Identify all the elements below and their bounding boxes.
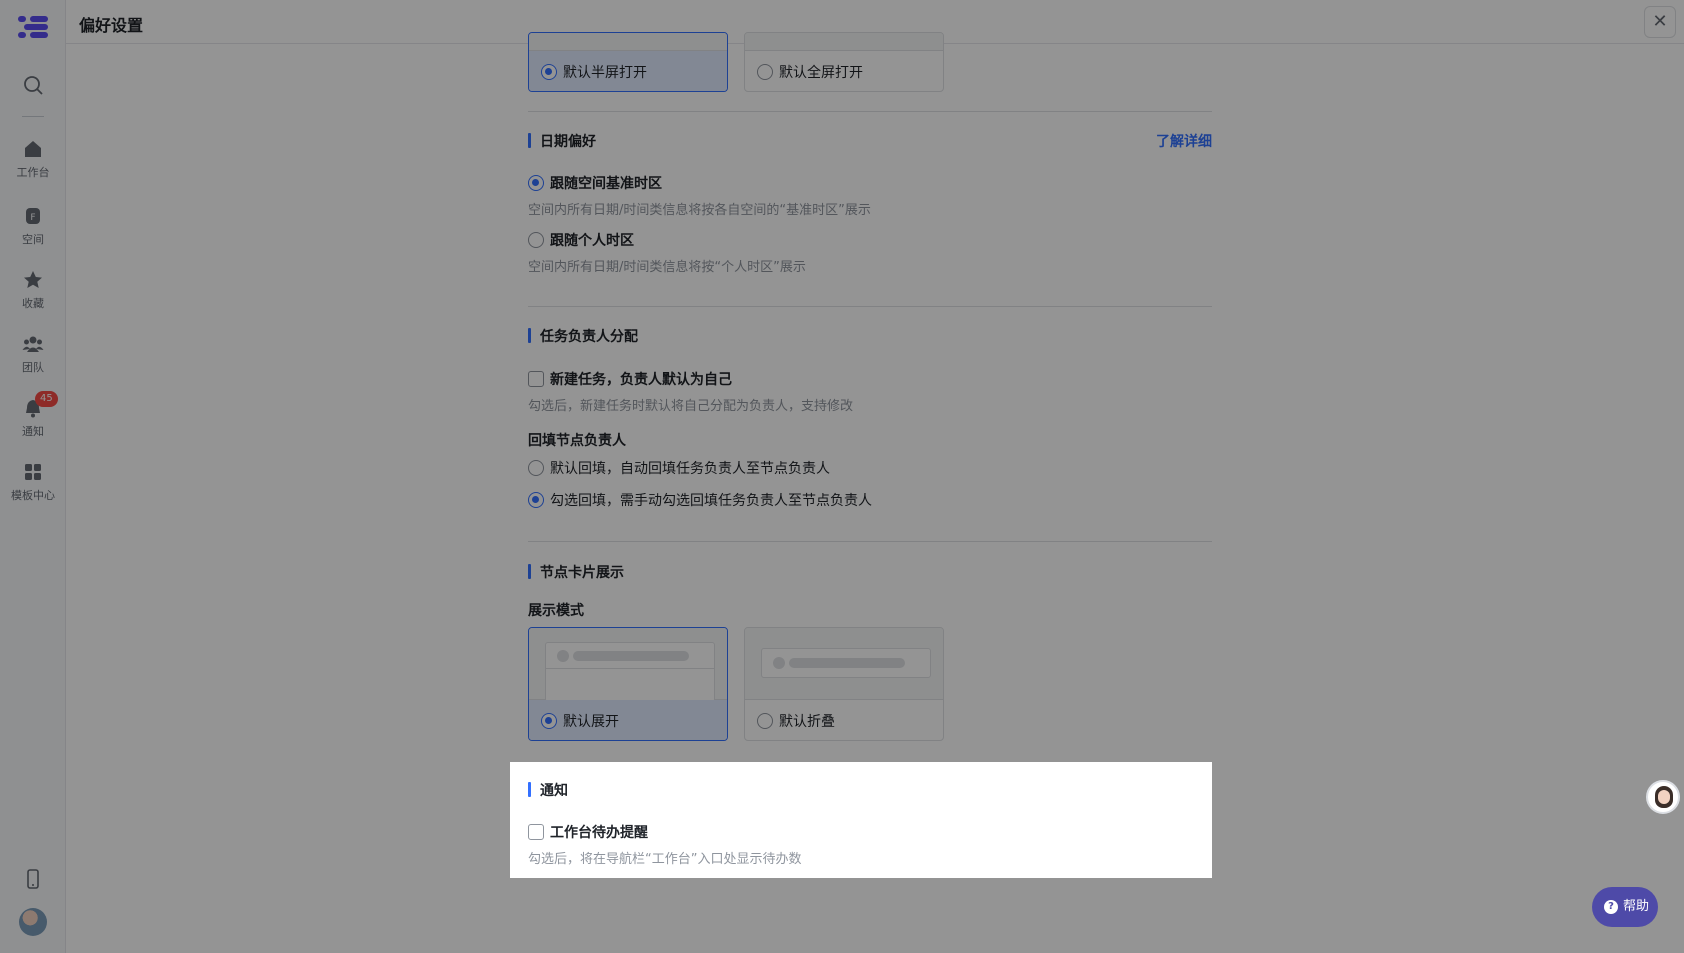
help-question-icon: ? [1604,900,1618,914]
checkbox[interactable] [528,824,544,840]
notification-highlight-box: 通知 工作台待办提醒 勾选后，将在导航栏“工作台”入口处显示待办数 [510,762,1212,878]
section-notification: 通知 [528,780,1212,800]
option-description: 勾选后，将在导航栏“工作台”入口处显示待办数 [528,852,802,867]
assistant-avatar[interactable] [1646,780,1680,814]
section-title: 通知 [540,783,568,799]
help-button[interactable]: ? 帮助 [1592,887,1658,927]
workbench-todo-reminder-checkbox[interactable]: 工作台待办提醒 [528,822,648,842]
option-label: 工作台待办提醒 [550,825,648,841]
help-label: 帮助 [1623,899,1650,914]
